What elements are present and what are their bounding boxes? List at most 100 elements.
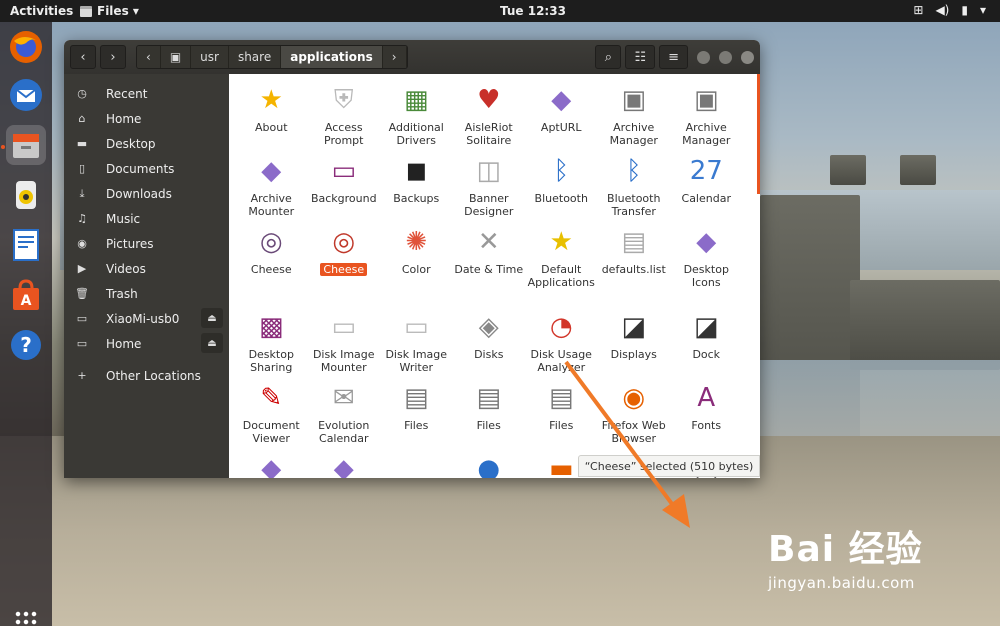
scrollbar[interactable] [757,74,760,194]
file-item[interactable]: ▦ Additional Drivers [380,80,453,151]
minimize-button[interactable] [697,50,710,64]
path-scroll-left[interactable]: ‹ [137,46,161,68]
clock[interactable]: Tue 12:33 [500,4,566,18]
help-icon: ? [11,330,41,360]
file-item[interactable]: ▭ Background [308,151,381,222]
search-button[interactable]: ⌕ [595,45,622,69]
file-item-label: defaults.list [601,263,666,276]
app-icon: ✺ [405,227,428,257]
help-launcher[interactable]: ? [6,325,46,365]
app-icon: ⛨ [333,84,354,115]
file-item[interactable]: ◆ Archive Mounter [235,151,308,222]
sidebar-item-other-locations[interactable]: + Other Locations [64,363,229,388]
file-item[interactable]: ᛒ Bluetooth [525,151,598,222]
path-scroll-right[interactable]: › [382,46,407,68]
view-toggle-button[interactable]: ☷ [625,45,656,69]
forward-button[interactable]: › [100,45,126,69]
file-item[interactable]: ◉ Firefox Web Browser [598,378,671,449]
files-launcher[interactable] [6,125,46,165]
sidebar: ◷ Recent ⌂ Home ▬ Desktop ▯ Documents ⤓ Downloads… [64,74,229,478]
system-tray[interactable]: ⊞ ◀) ▮ ▾ [913,3,986,17]
thunderbird-launcher[interactable] [6,75,46,115]
file-item[interactable]: ◔ Disk Usage Analyzer [525,307,598,378]
sidebar-item-label: Music [106,211,141,226]
software-launcher[interactable]: A [6,275,46,315]
file-item[interactable]: ◆ [308,449,381,478]
file-item[interactable] [380,449,453,478]
file-view[interactable]: ★ About ⛨ Access Prompt ▦ Additional Drivers ♥… [229,74,760,478]
sidebar-item-label: Desktop [106,136,156,151]
file-item[interactable]: ▭ Disk Image Writer [380,307,453,378]
eject-icon[interactable]: ⏏ [201,308,223,328]
file-item[interactable]: ★ About [235,80,308,151]
file-item[interactable]: 27 Calendar [670,151,743,222]
breadcrumb-usr[interactable]: usr [191,46,229,68]
maximize-button[interactable] [719,50,732,64]
writer-launcher[interactable] [6,225,46,265]
file-item[interactable]: ᛒ Bluetooth Transfer [598,151,671,222]
back-button[interactable]: ‹ [70,45,96,69]
battery-icon[interactable]: ▮ [961,3,968,17]
sidebar-item-xiaomi-usb0[interactable]: ▭ XiaoMi-usb0 ⏏ [64,306,229,331]
file-item[interactable]: ◎ Cheese [235,222,308,307]
sidebar-item-music[interactable]: ♫ Music [64,206,229,231]
file-item[interactable]: ◆ AptURL [525,80,598,151]
menu-button[interactable]: ≡ [659,45,688,69]
sidebar-item-downloads[interactable]: ⤓ Downloads [64,181,229,206]
files-icon [80,5,92,17]
file-item[interactable]: ✎ Document Viewer [235,378,308,449]
file-item[interactable]: ▣ Archive Manager [670,80,743,151]
file-item[interactable]: ▣ Archive Manager [598,80,671,151]
firefox-launcher[interactable] [6,27,46,67]
file-item[interactable]: ● [453,449,526,478]
file-item[interactable]: ◆ [235,449,308,478]
sidebar-item-desktop[interactable]: ▬ Desktop [64,131,229,156]
file-item[interactable]: ⛨ Access Prompt [308,80,381,151]
sidebar-item-videos[interactable]: ▶ Videos [64,256,229,281]
file-item[interactable]: ▤ Files [380,378,453,449]
root-drive-icon[interactable]: ▣ [160,46,192,68]
network-icon[interactable]: ⊞ [913,3,923,17]
file-item[interactable]: ▤ Files [525,378,598,449]
icon-grid: ★ About ⛨ Access Prompt ▦ Additional Drivers ♥… [235,80,755,479]
file-item[interactable]: ▤ Files [453,378,526,449]
activities-button[interactable]: Activities [10,4,73,18]
file-item[interactable]: ◎ Cheese [308,222,381,307]
file-item[interactable]: ♥ AisleRiot Solitaire [453,80,526,151]
file-item[interactable]: ◆ Desktop Icons [670,222,743,307]
sidebar-item-label: Other Locations [106,368,201,383]
sidebar-item-home[interactable]: ⌂ Home [64,106,229,131]
eject-icon[interactable]: ⏏ [201,333,223,353]
file-item[interactable]: ◈ Disks [453,307,526,378]
volume-icon[interactable]: ◀) [935,3,949,17]
file-item[interactable]: ★ Default Applications [525,222,598,307]
sidebar-item-recent[interactable]: ◷ Recent [64,81,229,106]
close-button[interactable] [741,50,754,64]
file-item[interactable]: ◫ Banner Designer [453,151,526,222]
drive-icon: ▭ [76,312,88,325]
file-item[interactable]: ▤ defaults.list [598,222,671,307]
download-icon: ⤓ [79,186,85,200]
file-item[interactable]: ▭ Disk Image Mounter [308,307,381,378]
breadcrumb-share[interactable]: share [228,46,282,68]
show-applications-icon[interactable] [14,610,38,626]
file-item[interactable]: ✺ Color [380,222,453,307]
breadcrumb-applications[interactable]: applications [281,46,383,68]
file-item[interactable]: ✕ Date & Time [453,222,526,307]
file-item[interactable]: ✉ Evolution Calendar [308,378,381,449]
sidebar-item-home[interactable]: ▭ Home ⏏ [64,331,229,356]
file-item[interactable]: ◼ Backups [380,151,453,222]
file-item[interactable]: A Fonts [670,378,743,449]
app-menu[interactable]: Files ▾ [80,4,139,18]
app-icon: ◉ [622,383,646,413]
file-item[interactable]: ◪ Dock [670,307,743,378]
sidebar-item-documents[interactable]: ▯ Documents [64,156,229,181]
file-item[interactable]: ▩ Desktop Sharing [235,307,308,378]
app-icon: ◎ [259,227,283,257]
sidebar-item-pictures[interactable]: ◉ Pictures [64,231,229,256]
sidebar-item-trash[interactable]: 🗑 Trash [64,281,229,306]
rhythmbox-launcher[interactable] [6,175,46,215]
menu-icon[interactable]: ▾ [980,3,986,17]
app-icon: ▭ [331,156,357,186]
file-item[interactable]: ◪ Displays [598,307,671,378]
